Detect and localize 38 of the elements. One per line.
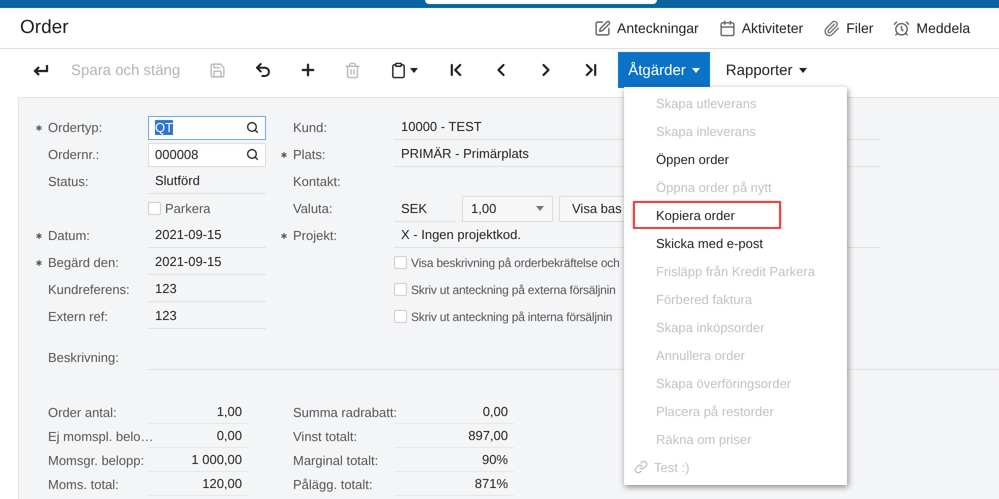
field-value: 90% — [394, 448, 514, 472]
field-label: Kund: — [293, 120, 328, 135]
field-label: Projekt: — [293, 228, 338, 243]
field-value: 123 — [148, 276, 266, 302]
checkbox-label: Skriv ut anteckning på externa försäljnin — [411, 282, 616, 296]
field-label: Plats: — [293, 147, 327, 162]
checkbox-label: Visa beskrivning på orderbekräftelse och — [411, 256, 620, 270]
field-value: Slutförd — [148, 168, 266, 194]
field-label: Marginal totalt: — [293, 452, 380, 468]
field-label: Begärd den: — [48, 255, 120, 270]
field-label: Ordertyp: — [48, 120, 104, 135]
checkbox-label: Skriv ut anteckning på interna försäljnin — [411, 310, 612, 324]
field-label: Pålägg. totalt: — [293, 476, 374, 492]
page-title: Order — [20, 17, 70, 39]
field-label: Datum: — [48, 228, 91, 243]
currency-field: SEK — [394, 196, 456, 222]
field-label: Status: — [48, 174, 90, 189]
field-value: 1,00 — [148, 400, 248, 424]
field-value: 897,00 — [394, 424, 514, 448]
field-value: 871% — [394, 472, 514, 496]
field-value: 2021-09-15 — [148, 249, 266, 275]
field-label: Extern ref: — [48, 309, 109, 324]
field-value: 0,00 — [394, 400, 514, 424]
field-label: Kundreferens: — [48, 282, 131, 297]
field-label: Ordernr.: — [48, 147, 100, 162]
field-label: Summa radrabatt: — [293, 404, 394, 420]
field-label: Valuta: — [293, 201, 334, 216]
field-label: Kontakt: — [293, 174, 342, 189]
field-label: Vinst totalt: — [293, 428, 358, 444]
field-label: Moms. total: — [48, 476, 120, 492]
field-value: 1 000,00 — [148, 448, 248, 472]
checkbox-label: Parkera — [165, 201, 211, 216]
field-value: 123 — [148, 303, 266, 329]
field-value: 2021-09-15 — [148, 222, 266, 248]
field-label: Beskrivning: — [48, 350, 120, 364]
field-label: Order antal: — [48, 404, 118, 420]
field-value: 120,00 — [148, 472, 248, 496]
field-label: Momsgr. belopp: — [48, 452, 146, 468]
